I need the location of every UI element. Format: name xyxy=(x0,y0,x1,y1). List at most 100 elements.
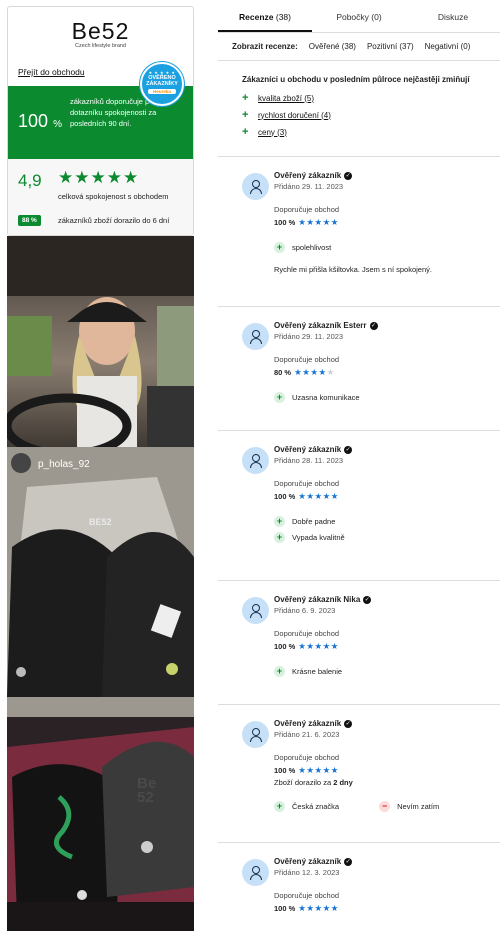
plus-icon: + xyxy=(242,126,249,138)
review-author[interactable]: Ověřený zákazník ✓ xyxy=(274,857,500,866)
filter-verified[interactable]: Ověřené (38) xyxy=(309,42,356,51)
verified-shop-badge[interactable]: ★ ★ ★ ★ ★ OVĚŘENO ZÁKAZNÍKY Heureka xyxy=(140,62,184,106)
mention-item: + ceny (3) xyxy=(242,126,500,138)
filter-positive[interactable]: Pozitivní (37) xyxy=(367,42,414,51)
stars-filled: ★★★★★ xyxy=(298,903,339,913)
delivery-prefix: Zboží dorazilo za xyxy=(274,778,334,787)
review-date: Přidáno 12. 3. 2023 xyxy=(274,868,340,877)
review-score-value: 100 % xyxy=(274,492,296,501)
review-pro-text: Krásne balenie xyxy=(292,667,343,676)
tab-reviews[interactable]: Recenze (38) xyxy=(218,0,312,32)
review-author-name: Ověřený zákazník xyxy=(274,171,342,180)
shirt-print-text: BE52 xyxy=(89,517,112,527)
review-pro: + spolehlivost xyxy=(274,242,500,253)
review-con: − Nevím zatím xyxy=(379,801,439,812)
delivery-text: zákazníků zboží dorazilo do 6 dní xyxy=(58,216,170,225)
verified-check-icon: ✓ xyxy=(369,321,378,330)
mention-link-delivery[interactable]: rychlost doručení (4) xyxy=(258,111,331,120)
stars-filled: ★★★★★ xyxy=(298,217,339,227)
review-author-name: Ověřený zákazník xyxy=(274,857,342,866)
review-pro-text: spolehlivost xyxy=(292,243,332,252)
verified-check-icon: ✓ xyxy=(344,445,353,454)
review-date: Přidáno 29. 11. 2023 xyxy=(274,182,344,191)
review-pro: + Krásne balenie xyxy=(274,666,500,677)
verified-check-icon: ✓ xyxy=(344,857,353,866)
delivery-badge: 88 % xyxy=(18,215,41,226)
mention-link-quality[interactable]: kvalita zboží (5) xyxy=(258,94,314,103)
review-pro: + Dobře padne xyxy=(274,516,500,527)
review-pros: + Dobře padne + Vypada kvalitně xyxy=(274,516,500,543)
tab-reviews-label: Recenze xyxy=(239,12,274,22)
plus-icon: + xyxy=(274,532,285,543)
customer-photo-car[interactable] xyxy=(7,236,194,447)
plus-icon: + xyxy=(242,92,249,104)
stars-filled: ★★★★ xyxy=(294,367,327,377)
review-pro-text: Vypada kvalitně xyxy=(292,533,345,542)
review-recommendation: Doporučuje obchod xyxy=(274,891,340,900)
review-con-text: Nevím zatím xyxy=(397,802,440,811)
user-avatar-icon xyxy=(242,859,269,886)
rating-label: celková spokojenost s obchodem xyxy=(58,192,169,201)
review-recommendation: Doporučuje obchod xyxy=(274,205,340,214)
tabs: Recenze (38) Pobočky (0) Diskuze xyxy=(218,0,500,33)
review-score-value: 100 % xyxy=(274,642,296,651)
review-item: Ověřený zákazník ✓ Přidáno 21. 6. 2023 Dopo… xyxy=(218,705,500,843)
tab-branches[interactable]: Pobočky (0) xyxy=(312,0,406,32)
badge-provider: Heureka xyxy=(148,89,176,94)
review-author[interactable]: Ověřený zákazník Esterr ✓ xyxy=(274,321,500,330)
photo-car-illustration xyxy=(7,236,194,447)
review-author-name: Ověřený zákazník Nika xyxy=(274,595,361,604)
review-stars-icon: ★★★★★ xyxy=(298,765,339,775)
review-score-value: 80 % xyxy=(274,368,292,377)
review-score-value: 100 % xyxy=(274,766,296,775)
delivery-days: 2 dny xyxy=(333,778,353,787)
review-author[interactable]: Ověřený zákazník ✓ xyxy=(274,171,500,180)
mention-item: + kvalita zboží (5) xyxy=(242,92,500,104)
photo-user-handle[interactable]: p_holas_92 xyxy=(38,459,90,470)
filter-label: Zobrazit recenze: xyxy=(232,42,298,51)
stars-filled: ★★★★★ xyxy=(298,491,339,501)
review-author[interactable]: Ověřený zákazník ✓ xyxy=(274,445,500,454)
customer-photo-box[interactable]: Be 52 xyxy=(7,717,194,931)
tab-reviews-count: (38) xyxy=(275,12,291,22)
logo-main-text: Be52 xyxy=(71,18,130,44)
mentions-title: Zákazníci u obchodu v posledním půlroce … xyxy=(242,75,470,84)
review-date: Přidáno 21. 6. 2023 xyxy=(274,730,340,739)
review-pros: + Krásne balenie xyxy=(274,666,500,677)
plus-icon: + xyxy=(274,666,285,677)
go-to-shop-link[interactable]: Přejít do obchodu xyxy=(18,67,85,77)
rating-stars-icon: ★★★★★ xyxy=(58,168,140,187)
tab-discussion[interactable]: Diskuze xyxy=(406,0,500,32)
user-avatar-icon xyxy=(242,173,269,200)
review-author-name: Ověřený zákazník Esterr xyxy=(274,321,367,330)
tab-branches-label: Pobočky xyxy=(336,12,369,22)
recommend-percentage: 100 % xyxy=(18,111,62,132)
review-score: 100 % ★★★★★ xyxy=(274,491,500,502)
review-author[interactable]: Ověřený zákazník ✓ xyxy=(274,719,500,728)
stars-filled: ★★★★★ xyxy=(298,641,339,651)
reviews-panel: Recenze (38) Pobočky (0) Diskuze Zobrazi… xyxy=(218,0,500,931)
rating-value: 4,9 xyxy=(18,171,42,190)
mention-link-prices[interactable]: ceny (3) xyxy=(258,128,287,137)
review-item: Ověřený zákazník ✓ Přidáno 29. 11. 2023 Dop… xyxy=(218,157,500,307)
review-recommendation: Doporučuje obchod xyxy=(274,753,340,762)
shop-logo[interactable]: Be52 Czech lifestyle brand xyxy=(8,7,193,65)
review-stars-icon: ★★★★★ xyxy=(294,367,335,377)
verified-check-icon: ✓ xyxy=(344,719,353,728)
filter-negative[interactable]: Negativní (0) xyxy=(425,42,471,51)
review-pro: + Vypada kvalitně xyxy=(274,532,500,543)
review-pros: + Česká značka − Nevím zatím xyxy=(274,801,500,812)
rating-box: 4,9 ★★★★★ celková spokojenost s obchodem… xyxy=(8,159,193,235)
review-author-name: Ověřený zákazník xyxy=(274,445,342,454)
user-avatar-icon xyxy=(242,447,269,474)
plus-icon: + xyxy=(274,801,285,812)
review-recommendation: Doporučuje obchod xyxy=(274,629,340,638)
customer-photo-caps[interactable]: p_holas_92 BE52 xyxy=(7,447,194,717)
tab-discussion-label: Diskuze xyxy=(437,12,469,22)
badge-line2: ZÁKAZNÍKY xyxy=(146,81,178,87)
review-item: Ověřený zákazník Nika ✓ Přidáno 6. 9. 2023… xyxy=(218,581,500,705)
review-author[interactable]: Ověřený zákazník Nika ✓ xyxy=(274,595,500,604)
photo-caps-illustration xyxy=(7,447,194,717)
user-avatar-icon xyxy=(242,323,269,350)
review-list: Ověřený zákazník ✓ Přidáno 29. 11. 2023 Dop… xyxy=(218,157,500,931)
